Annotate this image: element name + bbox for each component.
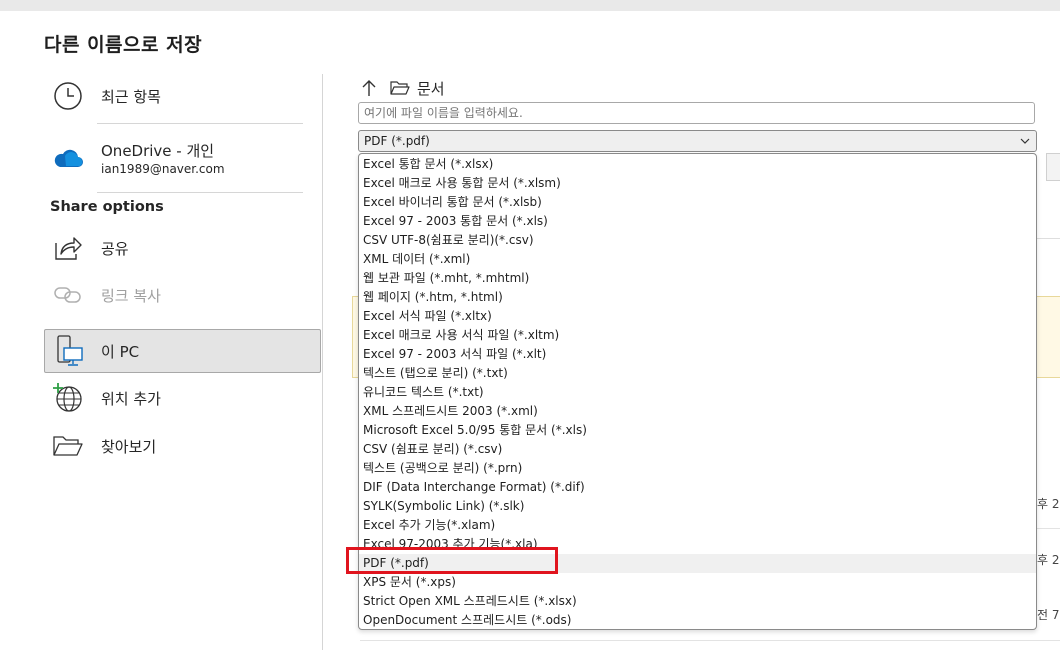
folder-icon bbox=[390, 80, 410, 96]
filename-input[interactable] bbox=[358, 102, 1035, 124]
nav-separator bbox=[97, 123, 303, 124]
file-type-option[interactable]: 웹 보관 파일 (*.mht, *.mhtml) bbox=[359, 269, 1036, 288]
nav-browse[interactable]: 찾아보기 bbox=[44, 424, 321, 468]
file-row-divider bbox=[360, 640, 1060, 641]
file-type-option-list: Excel 통합 문서 (*.xlsx) Excel 매크로 사용 통합 문서 (… bbox=[359, 154, 1036, 629]
background-divider bbox=[1036, 238, 1060, 239]
panel-divider bbox=[322, 74, 323, 650]
breadcrumb: 문서 bbox=[361, 77, 445, 99]
file-type-option[interactable]: 텍스트 (탭으로 분리) (*.txt) bbox=[359, 364, 1036, 383]
file-type-option[interactable]: Excel 97 - 2003 서식 파일 (*.xlt) bbox=[359, 345, 1036, 364]
file-type-option[interactable]: 텍스트 (공백으로 분리) (*.prn) bbox=[359, 459, 1036, 478]
onedrive-cloud-icon bbox=[49, 139, 87, 177]
file-modified-time: 후 2:1 bbox=[1037, 553, 1060, 567]
folder-open-icon bbox=[49, 427, 87, 465]
file-type-option[interactable]: Excel 추가 기능(*.xlam) bbox=[359, 516, 1036, 535]
clock-icon bbox=[49, 77, 87, 115]
globe-add-icon bbox=[49, 379, 87, 417]
file-type-option[interactable]: OpenDocument 스프레드시트 (*.ods) bbox=[359, 611, 1036, 629]
up-arrow-icon[interactable] bbox=[361, 79, 377, 97]
file-type-option[interactable]: DIF (Data Interchange Format) (*.dif) bbox=[359, 478, 1036, 497]
file-type-option[interactable]: Strict Open XML 스프레드시트 (*.xlsx) bbox=[359, 592, 1036, 611]
file-type-option[interactable]: Excel 매크로 사용 통합 문서 (*.xlsm) bbox=[359, 174, 1036, 193]
file-type-option[interactable]: 웹 페이지 (*.htm, *.html) bbox=[359, 288, 1036, 307]
file-type-option[interactable]: Excel 통합 문서 (*.xlsx) bbox=[359, 155, 1036, 174]
file-type-option[interactable]: Microsoft Excel 5.0/95 통합 문서 (*.xls) bbox=[359, 421, 1036, 440]
share-icon bbox=[49, 229, 87, 267]
file-type-option[interactable]: Excel 97-2003 추가 기능(*.xla) bbox=[359, 535, 1036, 554]
nav-this-pc-label: 이 PC bbox=[101, 342, 140, 361]
nav-share[interactable]: 공유 bbox=[44, 226, 321, 270]
file-type-option[interactable]: CSV UTF-8(쉼표로 분리)(*.csv) bbox=[359, 231, 1036, 250]
file-type-option[interactable]: XML 스프레드시트 2003 (*.xml) bbox=[359, 402, 1036, 421]
page-title: 다른 이름으로 저장 bbox=[44, 34, 203, 56]
file-type-option[interactable]: Excel 바이너리 통합 문서 (*.xlsb) bbox=[359, 193, 1036, 212]
link-icon bbox=[49, 276, 87, 314]
file-type-option[interactable]: SYLK(Symbolic Link) (*.slk) bbox=[359, 497, 1036, 516]
nav-browse-label: 찾아보기 bbox=[101, 437, 157, 456]
nav-recent-label: 최근 항목 bbox=[101, 87, 161, 106]
file-type-dropdown: Excel 통합 문서 (*.xlsx) Excel 매크로 사용 통합 문서 (… bbox=[358, 153, 1037, 630]
file-type-option[interactable]: Excel 97 - 2003 통합 문서 (*.xls) bbox=[359, 212, 1036, 231]
nav-add-place[interactable]: 위치 추가 bbox=[44, 376, 321, 420]
file-type-option[interactable]: CSV (쉼표로 분리) (*.csv) bbox=[359, 440, 1036, 459]
file-type-option[interactable]: 유니코드 텍스트 (*.txt) bbox=[359, 383, 1036, 402]
file-modified-time: 전 7:4 bbox=[1037, 608, 1060, 622]
computer-icon bbox=[49, 332, 87, 370]
file-type-selected: PDF (*.pdf) bbox=[364, 134, 430, 148]
file-type-option[interactable]: XML 데이터 (*.xml) bbox=[359, 250, 1036, 269]
onedrive-email: ian1989@naver.com bbox=[101, 162, 225, 176]
window-top-strip bbox=[0, 0, 1060, 11]
file-type-select[interactable]: PDF (*.pdf) bbox=[358, 130, 1037, 152]
current-folder[interactable]: 문서 bbox=[417, 78, 445, 99]
file-type-option[interactable]: Excel 서식 파일 (*.xltx) bbox=[359, 307, 1036, 326]
nav-copy-link: 링크 복사 bbox=[44, 273, 321, 317]
nav-this-pc[interactable]: 이 PC bbox=[44, 329, 321, 373]
background-button bbox=[1046, 153, 1060, 181]
file-modified-time: 후 2:0 bbox=[1037, 497, 1060, 511]
chevron-down-icon bbox=[1020, 138, 1032, 144]
file-type-option[interactable]: PDF (*.pdf) bbox=[359, 554, 1036, 573]
onedrive-name: OneDrive - 개인 bbox=[101, 142, 215, 160]
share-options-header: Share options bbox=[50, 199, 164, 215]
file-type-option[interactable]: XPS 문서 (*.xps) bbox=[359, 573, 1036, 592]
nav-share-label: 공유 bbox=[101, 239, 129, 258]
nav-add-place-label: 위치 추가 bbox=[101, 389, 161, 408]
file-type-option[interactable]: Excel 매크로 사용 서식 파일 (*.xltm) bbox=[359, 326, 1036, 345]
nav-copy-link-label: 링크 복사 bbox=[101, 286, 161, 305]
nav-recent[interactable]: 최근 항목 bbox=[44, 74, 321, 118]
nav-separator bbox=[97, 192, 303, 193]
nav-onedrive[interactable]: OneDrive - 개인 ian1989@naver.com bbox=[44, 137, 321, 179]
